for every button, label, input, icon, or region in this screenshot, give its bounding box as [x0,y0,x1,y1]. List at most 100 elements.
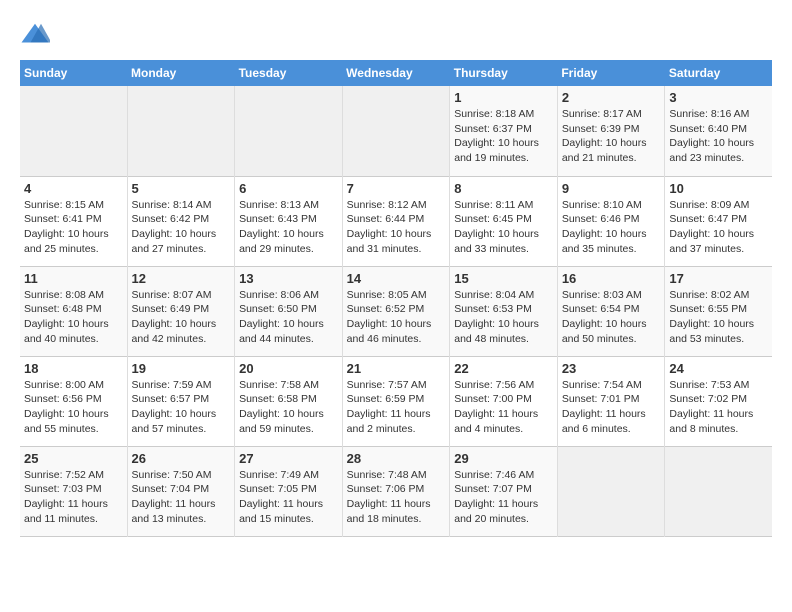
day-cell-2-4: 15 Sunrise: 8:04 AMSunset: 6:53 PMDayligh… [450,266,558,356]
day-info: Sunrise: 8:04 AMSunset: 6:53 PMDaylight:… [454,288,553,347]
week-row-2: 4 Sunrise: 8:15 AMSunset: 6:41 PMDaylight… [20,176,772,266]
day-info: Sunrise: 8:08 AMSunset: 6:48 PMDaylight:… [24,288,123,347]
header-friday: Friday [557,60,665,86]
week-row-4: 18Sunrise: 8:00 AMSunset: 6:56 PMDayligh… [20,356,772,446]
day-cell-2-3: 14 Sunrise: 8:05 AMSunset: 6:52 PMDayligh… [342,266,450,356]
day-cell-4-5 [557,446,665,536]
day-cell-2-6: 17 Sunrise: 8:02 AMSunset: 6:55 PMDayligh… [665,266,772,356]
day-number: 29 [454,451,553,466]
day-cell-4-4: 29 Sunrise: 7:46 AMSunset: 7:07 PMDayligh… [450,446,558,536]
header-tuesday: Tuesday [235,60,343,86]
day-cell-0-0 [20,86,127,176]
day-number: 21 [347,361,446,376]
day-number: 23 [562,361,661,376]
header-wednesday: Wednesday [342,60,450,86]
day-number: 4 [24,181,123,196]
week-row-3: 11 Sunrise: 8:08 AMSunset: 6:48 PMDayligh… [20,266,772,356]
day-cell-0-4: 1 Sunrise: 8:18 AMSunset: 6:37 PMDaylight… [450,86,558,176]
day-info: Sunrise: 8:16 AMSunset: 6:40 PMDaylight:… [669,107,768,166]
day-cell-3-5: 23Sunrise: 7:54 AMSunset: 7:01 PMDayligh… [557,356,665,446]
day-number: 11 [24,271,123,286]
day-cell-1-0: 4 Sunrise: 8:15 AMSunset: 6:41 PMDaylight… [20,176,127,266]
day-number: 15 [454,271,553,286]
day-info: Sunrise: 8:00 AMSunset: 6:56 PMDaylight:… [24,378,123,437]
day-info: Sunrise: 8:03 AMSunset: 6:54 PMDaylight:… [562,288,661,347]
day-cell-2-0: 11 Sunrise: 8:08 AMSunset: 6:48 PMDayligh… [20,266,127,356]
day-info: Sunrise: 7:52 AMSunset: 7:03 PMDaylight:… [24,468,123,527]
day-cell-3-3: 21 Sunrise: 7:57 AMSunset: 6:59 PMDayligh… [342,356,450,446]
day-number: 14 [347,271,446,286]
day-number: 27 [239,451,338,466]
header-row: SundayMondayTuesdayWednesdayThursdayFrid… [20,60,772,86]
day-number: 5 [132,181,231,196]
day-info: Sunrise: 8:14 AMSunset: 6:42 PMDaylight:… [132,198,231,257]
day-number: 22 [454,361,553,376]
header [20,20,772,50]
day-info: Sunrise: 8:07 AMSunset: 6:49 PMDaylight:… [132,288,231,347]
day-number: 24 [669,361,768,376]
day-number: 16 [562,271,661,286]
day-cell-4-0: 25Sunrise: 7:52 AMSunset: 7:03 PMDayligh… [20,446,127,536]
header-sunday: Sunday [20,60,127,86]
day-cell-0-6: 3Sunrise: 8:16 AMSunset: 6:40 PMDaylight… [665,86,772,176]
header-thursday: Thursday [450,60,558,86]
day-info: Sunrise: 8:06 AMSunset: 6:50 PMDaylight:… [239,288,338,347]
day-cell-1-4: 8 Sunrise: 8:11 AMSunset: 6:45 PMDaylight… [450,176,558,266]
day-number: 8 [454,181,553,196]
header-monday: Monday [127,60,235,86]
day-cell-0-1 [127,86,235,176]
day-info: Sunrise: 8:11 AMSunset: 6:45 PMDaylight:… [454,198,553,257]
logo [20,20,56,50]
day-number: 20 [239,361,338,376]
day-cell-4-2: 27 Sunrise: 7:49 AMSunset: 7:05 PMDayligh… [235,446,343,536]
day-cell-2-2: 13 Sunrise: 8:06 AMSunset: 6:50 PMDayligh… [235,266,343,356]
day-cell-1-2: 6Sunrise: 8:13 AMSunset: 6:43 PMDaylight… [235,176,343,266]
day-cell-4-1: 26Sunrise: 7:50 AMSunset: 7:04 PMDayligh… [127,446,235,536]
day-cell-0-2 [235,86,343,176]
day-cell-2-1: 12 Sunrise: 8:07 AMSunset: 6:49 PMDayligh… [127,266,235,356]
header-saturday: Saturday [665,60,772,86]
day-info: Sunrise: 8:18 AMSunset: 6:37 PMDaylight:… [454,107,553,166]
day-number: 28 [347,451,446,466]
day-number: 1 [454,90,553,105]
day-info: Sunrise: 8:02 AMSunset: 6:55 PMDaylight:… [669,288,768,347]
day-cell-3-4: 22 Sunrise: 7:56 AMSunset: 7:00 PMDayligh… [450,356,558,446]
day-info: Sunrise: 7:46 AMSunset: 7:07 PMDaylight:… [454,468,553,527]
day-info: Sunrise: 8:09 AMSunset: 6:47 PMDaylight:… [669,198,768,257]
day-number: 10 [669,181,768,196]
day-info: Sunrise: 8:12 AMSunset: 6:44 PMDaylight:… [347,198,446,257]
day-info: Sunrise: 8:17 AMSunset: 6:39 PMDaylight:… [562,107,661,166]
day-info: Sunrise: 7:57 AMSunset: 6:59 PMDaylight:… [347,378,446,437]
day-number: 2 [562,90,661,105]
day-cell-3-6: 24 Sunrise: 7:53 AMSunset: 7:02 PMDayligh… [665,356,772,446]
day-info: Sunrise: 8:05 AMSunset: 6:52 PMDaylight:… [347,288,446,347]
day-cell-1-6: 10 Sunrise: 8:09 AMSunset: 6:47 PMDayligh… [665,176,772,266]
day-info: Sunrise: 7:48 AMSunset: 7:06 PMDaylight:… [347,468,446,527]
day-cell-1-1: 5 Sunrise: 8:14 AMSunset: 6:42 PMDaylight… [127,176,235,266]
day-cell-1-3: 7 Sunrise: 8:12 AMSunset: 6:44 PMDaylight… [342,176,450,266]
day-number: 13 [239,271,338,286]
day-info: Sunrise: 7:58 AMSunset: 6:58 PMDaylight:… [239,378,338,437]
day-info: Sunrise: 7:50 AMSunset: 7:04 PMDaylight:… [132,468,231,527]
day-info: Sunrise: 7:56 AMSunset: 7:00 PMDaylight:… [454,378,553,437]
day-cell-3-1: 19Sunrise: 7:59 AMSunset: 6:57 PMDayligh… [127,356,235,446]
day-number: 9 [562,181,661,196]
day-info: Sunrise: 7:59 AMSunset: 6:57 PMDaylight:… [132,378,231,437]
day-info: Sunrise: 8:10 AMSunset: 6:46 PMDaylight:… [562,198,661,257]
day-number: 6 [239,181,338,196]
logo-icon [20,20,50,50]
day-info: Sunrise: 8:15 AMSunset: 6:41 PMDaylight:… [24,198,123,257]
day-cell-4-3: 28 Sunrise: 7:48 AMSunset: 7:06 PMDayligh… [342,446,450,536]
day-cell-2-5: 16 Sunrise: 8:03 AMSunset: 6:54 PMDayligh… [557,266,665,356]
day-cell-0-3 [342,86,450,176]
day-number: 12 [132,271,231,286]
day-info: Sunrise: 7:49 AMSunset: 7:05 PMDaylight:… [239,468,338,527]
week-row-5: 25Sunrise: 7:52 AMSunset: 7:03 PMDayligh… [20,446,772,536]
week-row-1: 1 Sunrise: 8:18 AMSunset: 6:37 PMDaylight… [20,86,772,176]
day-cell-4-6 [665,446,772,536]
day-cell-1-5: 9 Sunrise: 8:10 AMSunset: 6:46 PMDaylight… [557,176,665,266]
day-cell-0-5: 2 Sunrise: 8:17 AMSunset: 6:39 PMDaylight… [557,86,665,176]
day-info: Sunrise: 7:53 AMSunset: 7:02 PMDaylight:… [669,378,768,437]
day-number: 17 [669,271,768,286]
day-number: 7 [347,181,446,196]
